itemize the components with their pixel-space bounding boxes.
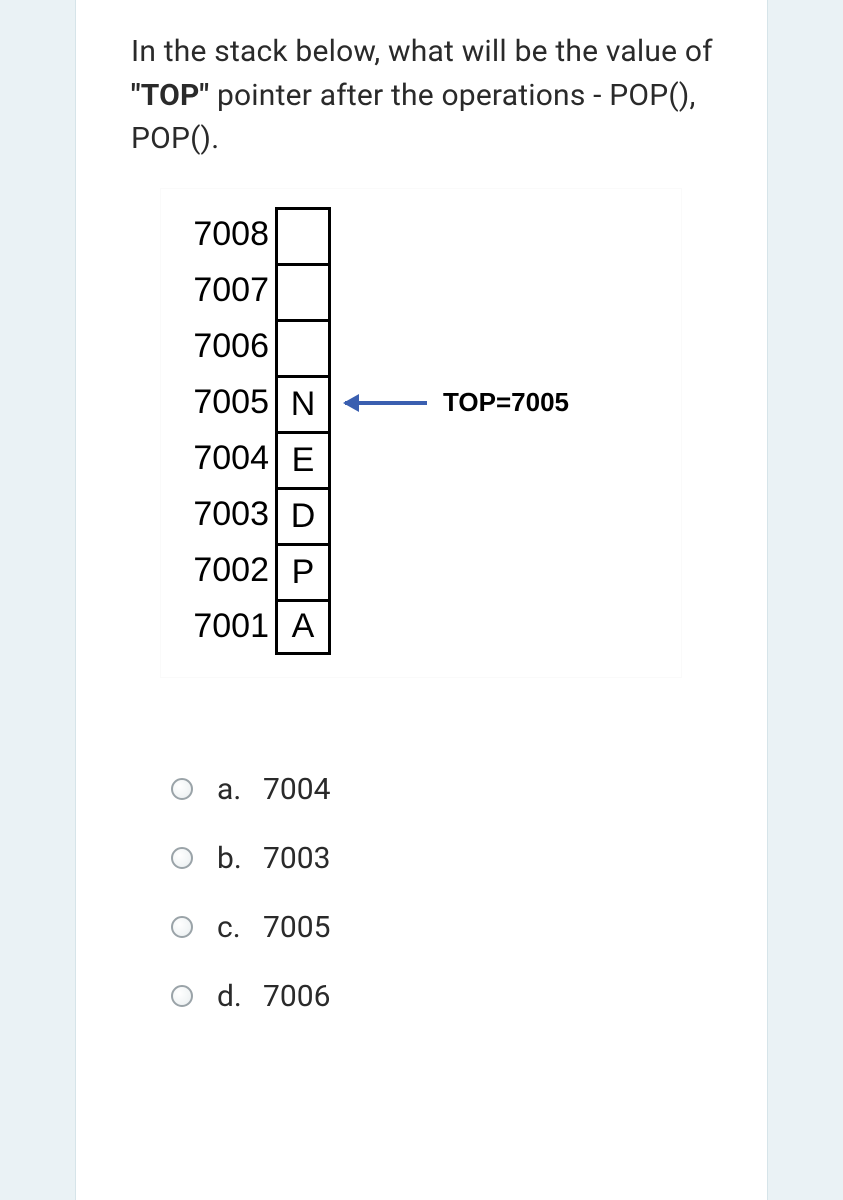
option-letter: d. — [217, 979, 263, 1014]
question-text: In the stack below, what will be the val… — [131, 30, 727, 161]
option-letter: c. — [217, 910, 263, 945]
stack-cell: D — [275, 487, 331, 543]
stack-address: 7008 — [175, 215, 275, 254]
stack-address: 7004 — [175, 439, 275, 478]
option-c[interactable]: c. 7005 — [171, 910, 727, 945]
option-text: 7006 — [263, 979, 330, 1014]
option-text: 7003 — [263, 841, 330, 876]
options-list: a. 7004 b. 7003 c. 7005 d. 7006 — [171, 772, 727, 1014]
stack-row: 7007 — [175, 263, 667, 319]
stack-address: 7003 — [175, 495, 275, 534]
stack-row: 7005 N TOP=7005 — [175, 375, 667, 431]
stack-cell: P — [275, 543, 331, 599]
question-bold: "TOP" — [131, 78, 209, 113]
option-d[interactable]: d. 7006 — [171, 979, 727, 1014]
stack-cell — [275, 263, 331, 319]
option-a[interactable]: a. 7004 — [171, 772, 727, 807]
stack-row: 7004 E — [175, 431, 667, 487]
option-b[interactable]: b. 7003 — [171, 841, 727, 876]
radio-icon[interactable] — [171, 778, 193, 800]
stack-row: 7008 — [175, 207, 667, 263]
stack-cell: A — [275, 599, 331, 655]
question-post: pointer after the operations - POP(), PO… — [131, 78, 696, 157]
option-letter: b. — [217, 841, 263, 876]
stack-address: 7002 — [175, 551, 275, 590]
stack-address: 7007 — [175, 271, 275, 310]
stack-row: 7001 A — [175, 599, 667, 655]
stack-address: 7001 — [175, 607, 275, 646]
top-pointer: TOP=7005 — [345, 387, 569, 418]
stack-row: 7003 D — [175, 487, 667, 543]
stack-row: 7006 — [175, 319, 667, 375]
question-card: In the stack below, what will be the val… — [75, 0, 768, 1200]
radio-icon[interactable] — [171, 847, 193, 869]
arrow-left-icon — [345, 401, 427, 405]
stack-diagram: 7008 7007 7006 7005 N TOP=7005 7004 E 70… — [161, 189, 681, 677]
top-label: TOP=7005 — [443, 387, 569, 418]
option-letter: a. — [217, 772, 263, 807]
stack-address: 7006 — [175, 327, 275, 366]
question-pre: In the stack below, what will be the val… — [131, 34, 713, 69]
stack-cell — [275, 319, 331, 375]
stack-cell — [275, 207, 331, 263]
stack-address: 7005 — [175, 383, 275, 422]
option-text: 7005 — [263, 910, 330, 945]
radio-icon[interactable] — [171, 985, 193, 1007]
radio-icon[interactable] — [171, 916, 193, 938]
stack-cell: N — [275, 375, 331, 431]
stack-cell: E — [275, 431, 331, 487]
option-text: 7004 — [263, 772, 330, 807]
stack-row: 7002 P — [175, 543, 667, 599]
